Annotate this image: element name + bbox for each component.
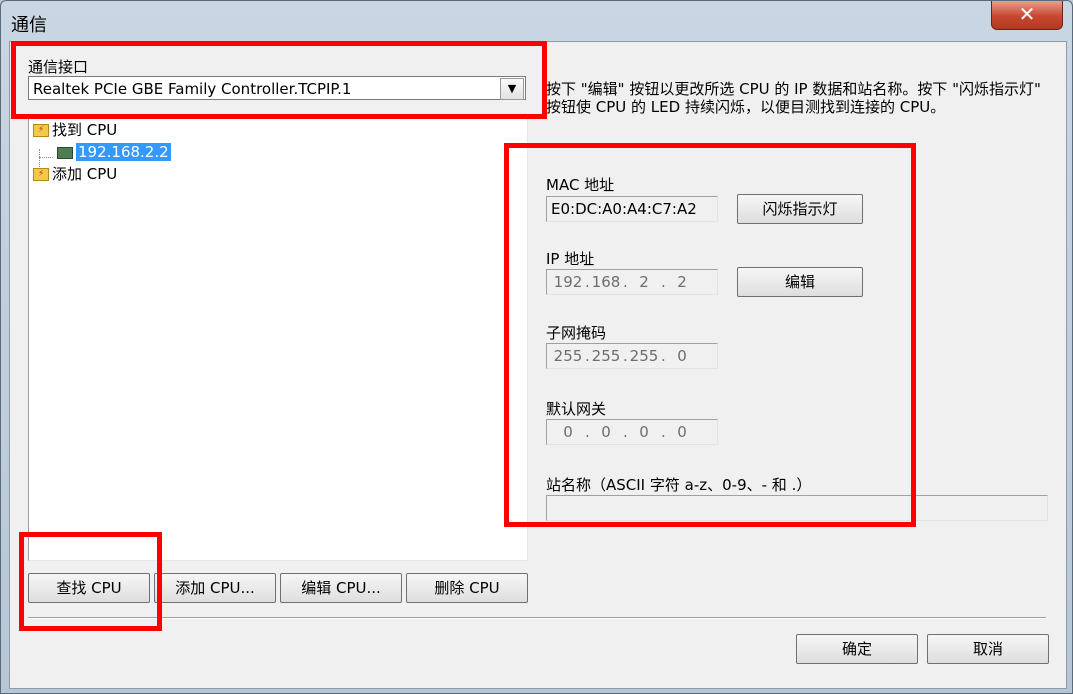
- close-button[interactable]: ✕: [991, 1, 1063, 30]
- divider: [28, 617, 1046, 619]
- mac-field: E0:DC:A0:A4:C7:A2: [546, 196, 718, 222]
- dialog-title: 通信: [11, 15, 47, 36]
- interface-label: 通信接口: [28, 58, 89, 76]
- cpu-icon: [57, 146, 73, 159]
- edit-button[interactable]: 编辑: [737, 267, 863, 297]
- tree-node-label: 添加 CPU: [52, 165, 118, 183]
- find-cpu-button[interactable]: 查找 CPU: [28, 573, 150, 603]
- subnet-octet: 0: [677, 347, 687, 365]
- add-cpu-button[interactable]: 添加 CPU...: [154, 573, 276, 603]
- edit-cpu-button[interactable]: 编辑 CPU...: [280, 573, 402, 603]
- chevron-down-icon[interactable]: ▼: [500, 78, 524, 100]
- ip-octet: 168: [591, 273, 621, 291]
- subnet-field[interactable]: 255. 255. 255. 0: [546, 343, 718, 369]
- folder-icon: ⚡: [33, 168, 49, 181]
- mac-label: MAC 地址: [546, 176, 615, 194]
- cpu-tree[interactable]: ⚡ 找到 CPU 192.168.2.2 ⚡ 添加 CPU: [28, 118, 528, 561]
- title-bar[interactable]: 通信 ✕: [1, 1, 1072, 39]
- subnet-octet: 255: [591, 347, 621, 365]
- interface-selected-value: Realtek PCIe GBE Family Controller.TCPIP…: [33, 80, 352, 98]
- interface-dropdown[interactable]: Realtek PCIe GBE Family Controller.TCPIP…: [28, 76, 526, 100]
- delete-cpu-button[interactable]: 删除 CPU: [406, 573, 528, 603]
- tree-node-add-cpu[interactable]: ⚡ 添加 CPU: [33, 164, 117, 184]
- ok-button[interactable]: 确定: [796, 634, 918, 664]
- gateway-octet: 0: [639, 423, 649, 441]
- subnet-octet: 255: [629, 347, 659, 365]
- ip-octet: 192: [553, 273, 583, 291]
- help-description: 按下 "编辑" 按钮以更改所选 CPU 的 IP 数据和站名称。按下 "闪烁指示…: [546, 80, 1041, 116]
- ip-label: IP 地址: [546, 250, 595, 268]
- ip-octet: 2: [677, 273, 687, 291]
- tree-node-label: 找到 CPU: [52, 121, 118, 139]
- cancel-button[interactable]: 取消: [927, 634, 1049, 664]
- gateway-octet: 0: [677, 423, 687, 441]
- subnet-label: 子网掩码: [546, 324, 607, 342]
- tree-connector: [39, 157, 53, 158]
- gateway-octet: 0: [601, 423, 611, 441]
- gateway-octet: 0: [563, 423, 573, 441]
- station-name-label: 站名称（ASCII 字符 a-z、0-9、- 和 .）: [546, 476, 812, 494]
- gateway-field[interactable]: 0.0.0.0: [546, 419, 718, 445]
- communications-dialog: 通信 ✕ 通信接口 Realtek PCIe GBE Family Contro…: [0, 0, 1073, 694]
- ip-octet: 2: [639, 273, 649, 291]
- dialog-body: 通信接口 Realtek PCIe GBE Family Controller.…: [9, 41, 1067, 689]
- tree-node-cpu-item[interactable]: 192.168.2.2: [57, 142, 171, 162]
- tree-node-found-cpu[interactable]: ⚡ 找到 CPU: [33, 120, 117, 140]
- ip-field[interactable]: 192. 168. 2. 2: [546, 269, 718, 295]
- close-icon: ✕: [1018, 2, 1036, 26]
- folder-icon: ⚡: [33, 124, 49, 137]
- station-name-field[interactable]: [546, 495, 1048, 521]
- tree-node-ip: 192.168.2.2: [76, 143, 171, 161]
- subnet-octet: 255: [553, 347, 583, 365]
- gateway-label: 默认网关: [546, 400, 607, 418]
- blink-led-button[interactable]: 闪烁指示灯: [737, 194, 863, 224]
